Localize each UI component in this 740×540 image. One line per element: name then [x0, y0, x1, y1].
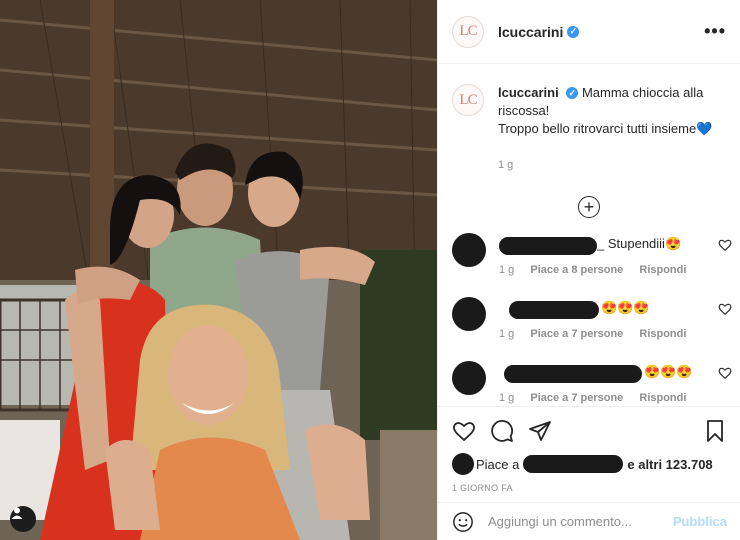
user-tag-icon: [11, 507, 23, 519]
likes-count[interactable]: e altri 123.708: [627, 457, 712, 472]
post-actions: Piace a e altri 123.708 1 GIORNO FA: [438, 406, 740, 493]
add-comment-bar: Pubblica: [438, 502, 740, 540]
publish-button[interactable]: Pubblica: [673, 514, 727, 529]
likes-prefix: Piace a: [476, 456, 520, 472]
heart-icon[interactable]: [718, 302, 732, 316]
emoji-icon[interactable]: [452, 511, 474, 533]
bookmark-icon[interactable]: [703, 419, 727, 443]
reply-button[interactable]: Rispondi: [639, 392, 686, 404]
reply-button[interactable]: Rispondi: [639, 264, 686, 276]
caption-line-2: Troppo bello ritrovarci tutti insieme: [498, 121, 697, 136]
avatar[interactable]: LC: [452, 15, 484, 48]
heart-icon[interactable]: [452, 419, 476, 443]
comment-likes[interactable]: Piace a 8 persone: [530, 264, 623, 276]
comment-avatar[interactable]: [452, 297, 486, 331]
photo-illustration: [0, 0, 437, 540]
comment-time[interactable]: 1 g: [499, 264, 514, 276]
comment-likes[interactable]: Piace a 7 persone: [530, 392, 623, 404]
caption-avatar[interactable]: LC: [452, 84, 484, 116]
verified-badge-icon: ✓: [567, 25, 580, 38]
more-icon[interactable]: •••: [704, 21, 726, 42]
redacted-username: [499, 237, 597, 255]
load-more-comments[interactable]: +: [438, 196, 740, 218]
comment-avatar[interactable]: [452, 233, 486, 267]
caption-time[interactable]: 1 g: [498, 156, 726, 174]
caption: LC lcuccarini ✓ Mamma chioccia alla risc…: [438, 64, 740, 174]
comment-text: _ Stupendiii😍: [597, 236, 682, 251]
comment-item: 😍😍😍 1 g Piace a 7 persone Rispondi: [452, 297, 732, 347]
plus-circle-icon[interactable]: +: [578, 196, 600, 218]
comment-text: 😍😍😍: [644, 364, 693, 379]
post-header: LC lcuccarini ✓ •••: [438, 0, 740, 64]
comment-time[interactable]: 1 g: [499, 328, 514, 340]
redacted-username: [504, 365, 642, 383]
user-tag-button[interactable]: [10, 506, 36, 532]
post-photo[interactable]: [0, 0, 437, 540]
avatar-initials: LC: [459, 23, 477, 39]
avatar-initials: LC: [459, 91, 477, 108]
reply-button[interactable]: Rispondi: [639, 328, 686, 340]
comment-item: _ Stupendiii😍 1 g Piace a 8 persone Risp…: [452, 233, 732, 283]
comment-icon[interactable]: [490, 419, 514, 443]
comment-avatar[interactable]: [452, 361, 486, 395]
comment-likes[interactable]: Piace a 7 persone: [530, 328, 623, 340]
redacted-username: [509, 301, 599, 319]
caption-username[interactable]: lcuccarini: [498, 85, 559, 100]
comment-item: 😍😍😍 1 g Piace a 7 persone Rispondi: [452, 361, 732, 411]
heart-icon[interactable]: [718, 366, 732, 380]
likes-summary[interactable]: Piace a e altri 123.708: [438, 453, 740, 475]
caption-emoji: 💙: [696, 121, 713, 136]
verified-badge-icon: ✓: [566, 87, 579, 99]
comment-text: 😍😍😍: [601, 300, 650, 315]
share-icon[interactable]: [528, 419, 552, 443]
liker-avatar[interactable]: [452, 453, 474, 475]
post-side-panel: LC lcuccarini ✓ ••• LC lcuccarini ✓ Mamm…: [437, 0, 740, 540]
comment-time[interactable]: 1 g: [499, 392, 514, 404]
redacted-username: [523, 455, 624, 473]
comment-input[interactable]: [488, 514, 658, 529]
post-date[interactable]: 1 GIORNO FA: [438, 483, 740, 493]
username[interactable]: lcuccarini: [498, 24, 563, 40]
heart-icon[interactable]: [718, 238, 732, 252]
